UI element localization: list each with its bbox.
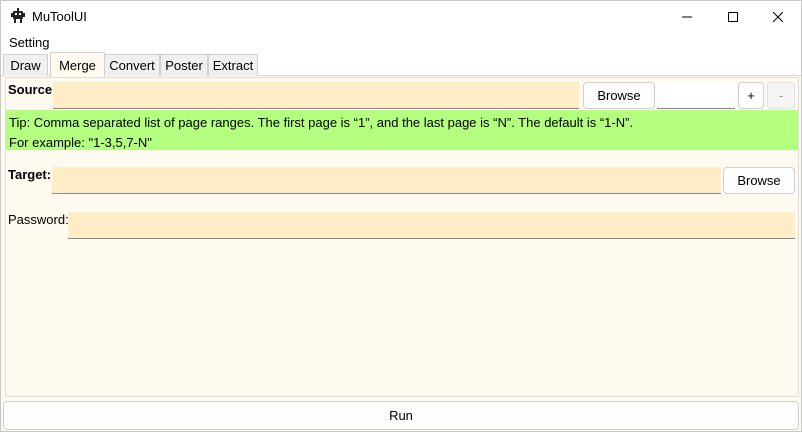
source-label: Source: [8,82,57,97]
remove-source-button[interactable]: - [767,82,795,109]
tip-line-2: For example: "1-3,5,7-N" [9,135,152,150]
tab-poster[interactable]: Poster [160,54,208,76]
close-button[interactable] [755,1,801,32]
tip-box: Tip: Comma separated list of page ranges… [6,110,798,150]
tab-convert[interactable]: Convert [104,54,160,76]
maximize-icon [728,11,738,22]
close-icon [773,11,783,22]
tab-extract[interactable]: Extract [208,54,258,76]
title-bar[interactable]: MuToolUI [1,1,801,32]
window-title: MuToolUI [32,9,87,24]
target-browse-button[interactable]: Browse [723,167,795,194]
tab-bar: Draw Merge Convert Poster Extract [1,52,801,77]
password-input[interactable] [68,212,795,239]
maximize-button[interactable] [710,1,756,32]
target-label: Target: [8,167,52,182]
target-input[interactable] [52,167,721,194]
menu-setting[interactable]: Setting [9,35,49,50]
page-range-input[interactable] [657,82,735,109]
add-source-button[interactable]: + [738,82,764,109]
merge-panel: Source: Browse + - Tip: Comma separated … [5,77,799,397]
tip-line-1: Tip: Comma separated list of page ranges… [9,115,634,130]
robot-icon [10,8,26,24]
tab-merge[interactable]: Merge [50,52,105,77]
minimize-button[interactable] [664,1,710,32]
menu-bar: Setting [1,32,801,52]
tab-draw[interactable]: Draw [3,54,48,76]
run-button[interactable]: Run [3,401,799,430]
source-browse-button[interactable]: Browse [583,82,655,109]
minimize-icon [682,12,692,22]
app-window: MuToolUI Setting Draw Merge Convert Post… [0,0,802,432]
source-input[interactable] [53,82,579,109]
password-label: Password: [8,212,69,227]
